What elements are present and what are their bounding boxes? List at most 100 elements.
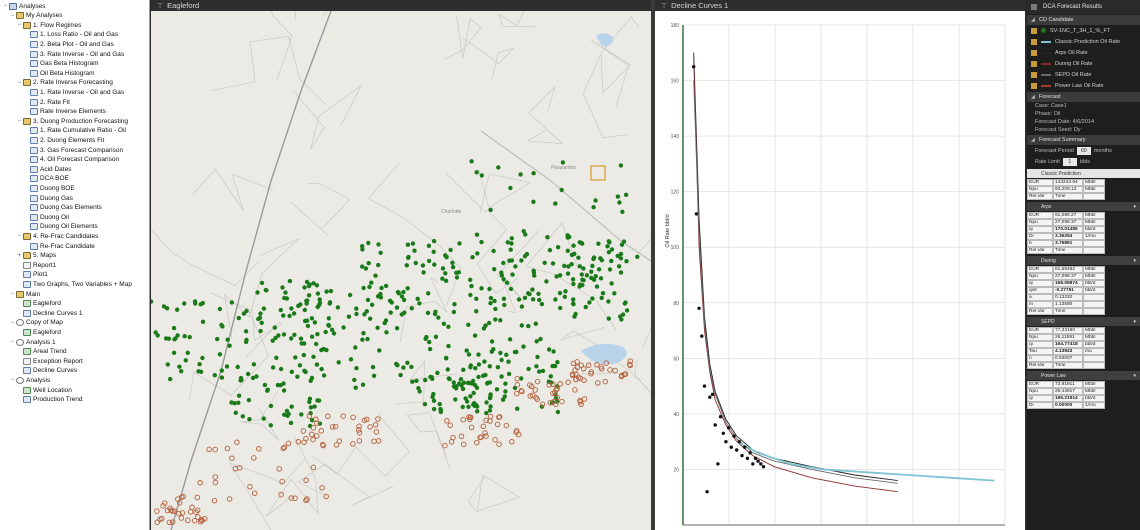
tree-item[interactable]: 1. Rate Cumulative Ratio - Oil <box>0 126 126 136</box>
producing-well-marker[interactable] <box>469 381 475 386</box>
producing-well-marker[interactable] <box>545 235 550 240</box>
producing-well-marker[interactable] <box>427 339 432 345</box>
producing-well-marker[interactable] <box>229 300 234 305</box>
producing-well-marker[interactable] <box>401 365 406 370</box>
producing-well-marker[interactable] <box>398 372 403 378</box>
producing-well-marker[interactable] <box>501 260 506 266</box>
producing-well-marker[interactable] <box>409 306 414 311</box>
producing-well-marker[interactable] <box>289 404 294 409</box>
pin-icon[interactable]: ⊤ <box>661 2 667 10</box>
producing-well-marker[interactable] <box>255 290 260 295</box>
producing-well-marker[interactable] <box>562 263 567 269</box>
producing-well-marker[interactable] <box>187 334 192 340</box>
producing-well-marker[interactable] <box>615 194 621 199</box>
tree-item[interactable]: − Main <box>0 289 40 299</box>
data-point[interactable] <box>710 392 715 397</box>
producing-well-marker[interactable] <box>283 290 288 295</box>
producing-well-marker[interactable] <box>464 399 470 404</box>
producing-well-marker[interactable] <box>308 378 313 383</box>
producing-well-marker[interactable] <box>378 291 383 297</box>
producing-well-marker[interactable] <box>480 373 486 378</box>
tree-item[interactable]: 3. Gas Forecast Comparison <box>0 145 123 155</box>
producing-well-marker[interactable] <box>538 336 543 342</box>
collapse-icon[interactable]: ◢ <box>1031 94 1035 100</box>
producing-well-marker[interactable] <box>383 318 389 323</box>
producing-well-marker[interactable] <box>522 254 528 259</box>
producing-well-marker[interactable] <box>346 314 352 319</box>
visibility-checkbox-icon[interactable] <box>1031 82 1037 89</box>
producing-well-marker[interactable] <box>456 270 461 275</box>
candidate-header[interactable]: Classic Prediction <box>1027 169 1140 178</box>
producing-well-marker[interactable] <box>257 315 263 320</box>
producing-well-marker[interactable] <box>468 365 473 370</box>
producing-well-marker[interactable] <box>302 285 307 290</box>
producing-well-marker[interactable] <box>457 241 462 246</box>
tree-item[interactable]: Rate Inverse Elements <box>0 107 106 117</box>
producing-well-marker[interactable] <box>182 301 187 306</box>
producing-well-marker[interactable] <box>512 349 518 355</box>
candidate-header[interactable]: Arps ▾ <box>1027 202 1140 211</box>
tree-item[interactable]: Re-Frac Candidate <box>0 241 95 251</box>
producing-well-marker[interactable] <box>179 369 184 374</box>
tree-item[interactable]: Two Graphs, Two Variables + Map <box>0 279 132 289</box>
producing-well-marker[interactable] <box>571 281 576 287</box>
producing-well-marker[interactable] <box>368 316 373 321</box>
producing-well-marker[interactable] <box>312 320 318 325</box>
producing-well-marker[interactable] <box>491 248 496 254</box>
producing-well-marker[interactable] <box>261 306 267 311</box>
producing-well-marker[interactable] <box>533 321 538 326</box>
tree-item[interactable]: 2. Rate Fit <box>0 97 70 107</box>
producing-well-marker[interactable] <box>468 394 473 399</box>
producing-well-marker[interactable] <box>526 366 531 372</box>
producing-well-marker[interactable] <box>414 378 419 383</box>
producing-well-marker[interactable] <box>429 375 434 380</box>
producing-well-marker[interactable] <box>444 356 449 361</box>
tree-item[interactable]: 1. Rate Inverse - Oil and Gas <box>0 87 124 97</box>
producing-well-marker[interactable] <box>315 291 321 296</box>
producing-well-marker[interactable] <box>466 322 471 327</box>
data-point[interactable] <box>708 395 712 399</box>
producing-well-marker[interactable] <box>307 399 312 405</box>
producing-well-marker[interactable] <box>598 276 604 281</box>
visibility-checkbox-icon[interactable] <box>1031 49 1037 56</box>
producing-well-marker[interactable] <box>341 325 346 330</box>
producing-well-marker[interactable] <box>217 306 223 312</box>
producing-well-marker[interactable] <box>268 403 274 409</box>
producing-well-marker[interactable] <box>321 373 327 378</box>
producing-well-marker[interactable] <box>335 305 341 310</box>
producing-well-marker[interactable] <box>161 304 167 309</box>
section-candidate[interactable]: ◢ CD Candidate <box>1027 15 1140 25</box>
producing-well-marker[interactable] <box>406 254 411 260</box>
data-point[interactable] <box>721 431 725 435</box>
expand-toggle-icon[interactable]: − <box>9 339 16 345</box>
producing-well-marker[interactable] <box>618 163 624 168</box>
legend-entry[interactable]: Classic Prediction Oil Rate <box>1027 36 1140 47</box>
producing-well-marker[interactable] <box>560 160 566 165</box>
producing-well-marker[interactable] <box>590 263 595 269</box>
producing-well-marker[interactable] <box>624 259 629 264</box>
producing-well-marker[interactable] <box>521 344 526 349</box>
producing-well-marker[interactable] <box>377 348 382 353</box>
tree-item[interactable]: − 3. Duong Production Forecasting <box>0 116 128 126</box>
producing-well-marker[interactable] <box>492 267 497 272</box>
producing-well-marker[interactable] <box>453 397 458 402</box>
producing-well-marker[interactable] <box>251 362 257 367</box>
producing-well-marker[interactable] <box>276 333 281 338</box>
expand-toggle-icon[interactable]: − <box>9 291 16 297</box>
expand-toggle-icon[interactable]: + <box>16 253 23 259</box>
producing-well-marker[interactable] <box>365 297 371 303</box>
tree-item[interactable]: − 1. Flow Regimes <box>0 20 81 30</box>
producing-well-marker[interactable] <box>461 367 466 372</box>
producing-well-marker[interactable] <box>304 301 309 306</box>
producing-well-marker[interactable] <box>452 302 457 307</box>
producing-well-marker[interactable] <box>570 277 576 282</box>
producing-well-marker[interactable] <box>409 364 414 370</box>
map-canvas[interactable]: Pleasanton Charlotte <box>151 11 651 530</box>
producing-well-marker[interactable] <box>388 310 393 315</box>
producing-well-marker[interactable] <box>410 379 415 384</box>
producing-well-marker[interactable] <box>609 258 614 264</box>
tree-item[interactable]: Report1 <box>0 260 56 270</box>
producing-well-marker[interactable] <box>171 350 177 355</box>
producing-well-marker[interactable] <box>328 288 334 294</box>
producing-well-marker[interactable] <box>565 248 570 253</box>
